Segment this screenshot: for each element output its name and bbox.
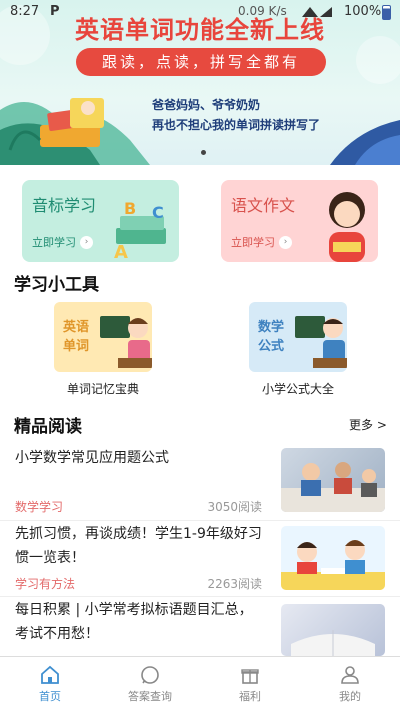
article-title: 每日积累 | 小学常考拟标语题目汇总，考试不用愁！	[15, 602, 253, 642]
tool-math-formulas[interactable]: 数学 公式	[249, 302, 347, 372]
teacher-illustration	[100, 316, 152, 368]
tool-word-memory-icon-line-1: 英语	[63, 320, 90, 335]
svg-text:A: A	[114, 242, 128, 262]
tab-answer-search-label: 答案查询	[128, 690, 172, 703]
banner-line-1: 爸爸妈妈、爷爷奶奶	[152, 98, 261, 112]
books-abc-illustration: B C A	[114, 199, 166, 262]
tools-section-title: 学习小工具	[14, 275, 99, 295]
user-icon	[341, 666, 359, 684]
girl-reading-illustration	[329, 192, 365, 262]
status-time: 8:27	[10, 4, 40, 19]
teacher-illustration	[295, 316, 347, 368]
tab-profile[interactable]: 我的	[300, 657, 400, 712]
banner-pill: 跟读，点读，拼写全都有	[76, 48, 326, 76]
card-composition[interactable]: 语文作文 立即学习 ›	[221, 180, 378, 262]
tool-word-memory-icon-text: 英语 单词	[63, 318, 89, 356]
svg-text:C: C	[152, 203, 164, 222]
classroom-photo-placeholder	[281, 462, 385, 512]
article-thumbnail	[281, 526, 385, 590]
article-thumbnail	[281, 448, 385, 512]
home-icon	[41, 665, 59, 684]
list-item[interactable]: 小学数学常见应用题公式 数学学习 3050阅读	[0, 446, 400, 518]
card-phonetics-cta[interactable]: 立即学习 ›	[32, 234, 93, 250]
list-item[interactable]: 每日积累 | 小学常考拟标语题目汇总，考试不用愁！	[0, 598, 400, 656]
divider	[0, 520, 400, 521]
tool-math-formulas-icon-text: 数学 公式	[258, 318, 284, 356]
article-category: 数学学习	[15, 500, 64, 514]
tab-welfare[interactable]: 福利	[200, 657, 300, 712]
card-phonetics[interactable]: 音标学习 立即学习 › B C A	[22, 180, 179, 262]
battery-icon	[382, 5, 391, 20]
tab-home-label: 首页	[39, 690, 61, 703]
card-composition-cta[interactable]: 立即学习 ›	[231, 234, 292, 250]
card-phonetics-title: 音标学习	[32, 196, 97, 215]
card-composition-cta-label: 立即学习	[231, 236, 275, 249]
article-read-count: 2263阅读	[207, 577, 262, 591]
tool-math-formulas-label[interactable]: 小学公式大全	[238, 380, 358, 397]
search-icon	[141, 666, 159, 684]
svg-text:B: B	[124, 199, 136, 218]
tool-word-memory-label[interactable]: 单词记忆宝典	[43, 380, 163, 397]
card-composition-title: 语文作文	[231, 196, 296, 215]
tab-home[interactable]: 首页	[0, 657, 100, 712]
open-book-photo-placeholder	[291, 630, 375, 656]
status-bar: 8:27 P 0.09 K/s 100%	[0, 0, 400, 24]
status-network-speed: 0.09 K/s	[238, 4, 287, 18]
bottom-tab-bar: 首页 答案查询 福利 我的	[0, 656, 400, 712]
chevron-right-icon: ›	[279, 235, 292, 249]
promo-banner[interactable]: 英语单词功能全新上线 跟读，点读，拼写全都有 爸爸妈妈、爷爷奶奶 再也不担心我的…	[0, 0, 400, 165]
article-read-count: 3050阅读	[207, 500, 262, 514]
carousel-indicator	[201, 150, 206, 155]
status-battery-text: 100%	[344, 4, 382, 19]
status-p-icon: P	[50, 4, 60, 19]
tab-welfare-label: 福利	[239, 690, 261, 703]
tab-profile-label: 我的	[339, 690, 361, 703]
chevron-right-icon: ›	[80, 235, 93, 249]
divider	[0, 596, 400, 597]
tool-math-formulas-icon-line-2: 公式	[258, 339, 285, 354]
article-thumbnail	[281, 604, 385, 656]
article-title: 先抓习惯，再谈成绩！学生1-9年级好习惯一览表！	[15, 526, 262, 566]
tool-word-memory-icon-line-2: 单词	[63, 339, 90, 354]
more-link[interactable]: 更多 >	[349, 416, 387, 433]
reading-section-title: 精品阅读	[14, 417, 82, 437]
card-phonetics-cta-label: 立即学习	[32, 236, 76, 249]
banner-line-2: 再也不担心我的单词拼读拼写了	[152, 118, 321, 132]
tab-answer-search[interactable]: 答案查询	[100, 657, 200, 712]
tool-math-formulas-icon-line-1: 数学	[258, 320, 285, 335]
gift-icon	[241, 669, 259, 684]
list-item[interactable]: 先抓习惯，再谈成绩！学生1-9年级好习惯一览表！ 学习有方法 2263阅读	[0, 522, 400, 594]
kids-studying-illustration	[281, 540, 385, 590]
article-title: 小学数学常见应用题公式	[15, 450, 169, 466]
wifi-signal-icon	[302, 7, 332, 17]
tool-word-memory[interactable]: 英语 单词	[54, 302, 152, 372]
article-category: 学习有方法	[15, 577, 76, 591]
